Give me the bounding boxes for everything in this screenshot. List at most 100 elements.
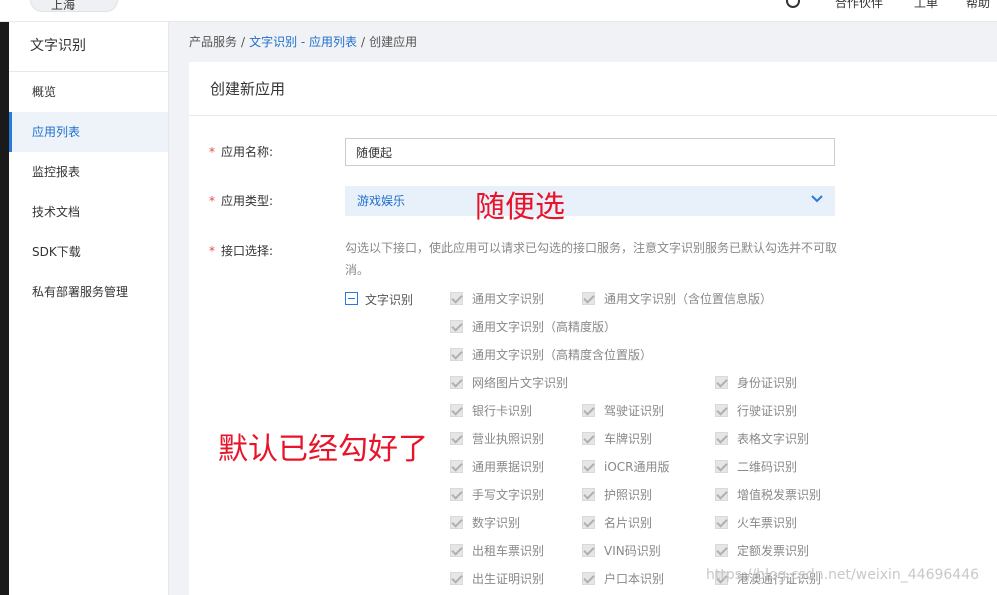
required-mark: * <box>209 145 215 159</box>
api-checkbox[interactable]: 数字识别 <box>450 514 520 531</box>
window-edge <box>0 0 9 595</box>
check-icon <box>715 544 728 557</box>
api-checkbox[interactable]: 通用文字识别（高精度含位置版） <box>450 346 652 363</box>
breadcrumb-separator: / <box>241 35 246 49</box>
api-checkbox[interactable]: 通用文字识别（含位置信息版） <box>582 290 772 307</box>
app-name-input[interactable] <box>345 138 835 166</box>
api-checkbox[interactable]: 户口本识别 <box>582 570 664 587</box>
check-icon <box>450 320 463 333</box>
api-checkbox[interactable]: 火车票识别 <box>715 514 797 531</box>
api-checkbox[interactable]: 表格文字识别 <box>715 430 809 447</box>
api-checkbox[interactable]: 网络图片文字识别 <box>450 374 568 391</box>
api-label: 户口本识别 <box>604 572 665 586</box>
api-checkbox[interactable]: 名片识别 <box>582 514 652 531</box>
check-icon <box>450 460 463 473</box>
api-label: 营业执照识别 <box>472 432 545 446</box>
api-label: 二维码识别 <box>737 460 798 474</box>
check-icon <box>582 460 595 473</box>
check-icon <box>715 516 728 529</box>
sidebar-item-sdk[interactable]: SDK下载 <box>9 232 168 272</box>
top-link-ticket[interactable]: 工单 <box>914 0 938 11</box>
chevron-down-icon <box>811 195 823 203</box>
app-name-label-text: 应用名称: <box>221 145 274 159</box>
api-checkbox[interactable]: 二维码识别 <box>715 458 797 475</box>
api-label: 出生证明识别 <box>472 572 545 586</box>
check-icon <box>582 488 595 501</box>
check-icon <box>582 404 595 417</box>
top-link-partner[interactable]: 合作伙伴 <box>835 0 883 11</box>
sidebar: 文字识别 概览 应用列表 监控报表 技术文档 SDK下载 私有部署服务管理 <box>9 22 169 595</box>
api-label: 网络图片文字识别 <box>472 376 569 390</box>
check-icon <box>450 544 463 557</box>
api-label: 表格文字识别 <box>737 432 810 446</box>
annotation-default-note: 默认已经勾好了 <box>218 432 428 467</box>
api-checkbox[interactable]: 手写文字识别 <box>450 486 544 503</box>
api-checkbox[interactable]: 驾驶证识别 <box>582 402 664 419</box>
watermark: https://blog.csdn.net/weixin_44696446 <box>706 567 980 583</box>
api-label: 车牌识别 <box>604 432 653 446</box>
api-checkbox[interactable]: 通用文字识别（高精度版） <box>450 318 616 335</box>
sidebar-item-private-deploy[interactable]: 私有部署服务管理 <box>9 272 168 312</box>
search-icon[interactable] <box>786 0 800 8</box>
ocr-group-checkbox[interactable] <box>345 292 358 305</box>
app-type-label-text: 应用类型: <box>221 194 274 208</box>
api-label: 手写文字识别 <box>472 488 545 502</box>
api-checkbox[interactable]: 出生证明识别 <box>450 570 544 587</box>
api-checkbox[interactable]: 通用文字识别 <box>450 290 544 307</box>
api-label: iOCR通用版 <box>604 460 670 474</box>
api-select-label: * 接口选择: <box>209 242 273 259</box>
api-label: 行驶证识别 <box>737 404 798 418</box>
region-selector[interactable]: 上海 <box>30 0 118 12</box>
check-icon <box>582 432 595 445</box>
api-checkbox[interactable]: 定额发票识别 <box>715 542 809 559</box>
api-checkbox[interactable]: 身份证识别 <box>715 374 797 391</box>
breadcrumb: 产品服务 / 文字识别 - 应用列表 / 创建应用 <box>189 33 417 50</box>
create-app-card: 创建新应用 * 应用名称: * 应用类型: 游戏娱乐 随便选 * 接口选择: 勾选以下… <box>189 62 997 595</box>
api-checkbox[interactable]: VIN码识别 <box>582 542 661 559</box>
main-content: 产品服务/文字识别 - 应用列表/创建应用 创建新应用 *应用名称: *应用类型… <box>170 22 997 595</box>
check-icon <box>450 404 463 417</box>
sidebar-item-monitor[interactable]: 监控报表 <box>9 152 168 192</box>
check-icon <box>450 348 463 361</box>
check-icon <box>715 404 728 417</box>
api-label: 通用文字识别（高精度版） <box>472 320 617 334</box>
required-mark: * <box>209 244 215 258</box>
api-label: 银行卡识别 <box>472 404 533 418</box>
api-label: 名片识别 <box>604 516 653 530</box>
check-icon <box>450 572 463 585</box>
app-type-select[interactable]: 游戏娱乐 <box>345 186 835 216</box>
api-checkbox[interactable]: 营业执照识别 <box>450 430 544 447</box>
check-icon <box>582 292 595 305</box>
top-link-help[interactable]: 帮助 <box>966 0 990 11</box>
breadcrumb-root: 产品服务 <box>189 35 238 49</box>
api-label: 数字识别 <box>472 516 521 530</box>
api-label: 护照识别 <box>604 488 653 502</box>
api-checkbox[interactable]: 通用票据识别 <box>450 458 544 475</box>
check-icon <box>715 432 728 445</box>
api-label: 通用文字识别（高精度含位置版） <box>472 348 653 362</box>
card-title: 创建新应用 <box>189 62 997 116</box>
breadcrumb-separator: / <box>361 35 366 49</box>
api-checkbox[interactable]: 增值税发票识别 <box>715 486 821 503</box>
check-icon <box>715 460 728 473</box>
breadcrumb-parent-link[interactable]: 文字识别 - 应用列表 <box>249 35 357 49</box>
api-label: 增值税发票识别 <box>737 488 822 502</box>
api-label: 身份证识别 <box>737 376 798 390</box>
sidebar-item-docs[interactable]: 技术文档 <box>9 192 168 232</box>
api-label: 通用文字识别（含位置信息版） <box>604 292 773 306</box>
api-select-label-text: 接口选择: <box>221 244 274 258</box>
sidebar-item-overview[interactable]: 概览 <box>9 72 168 112</box>
check-icon <box>450 516 463 529</box>
sidebar-item-app-list[interactable]: 应用列表 <box>9 112 168 152</box>
api-checkbox[interactable]: 行驶证识别 <box>715 402 797 419</box>
api-label: 通用票据识别 <box>472 460 545 474</box>
api-checkbox[interactable]: 车牌识别 <box>582 430 652 447</box>
check-icon <box>450 488 463 501</box>
api-checkbox[interactable]: 出租车票识别 <box>450 542 544 559</box>
api-checkbox[interactable]: 护照识别 <box>582 486 652 503</box>
check-icon <box>715 376 728 389</box>
api-checkbox[interactable]: iOCR通用版 <box>582 458 670 475</box>
api-checkbox[interactable]: 银行卡识别 <box>450 402 532 419</box>
breadcrumb-current: 创建应用 <box>369 35 418 49</box>
check-icon <box>582 572 595 585</box>
